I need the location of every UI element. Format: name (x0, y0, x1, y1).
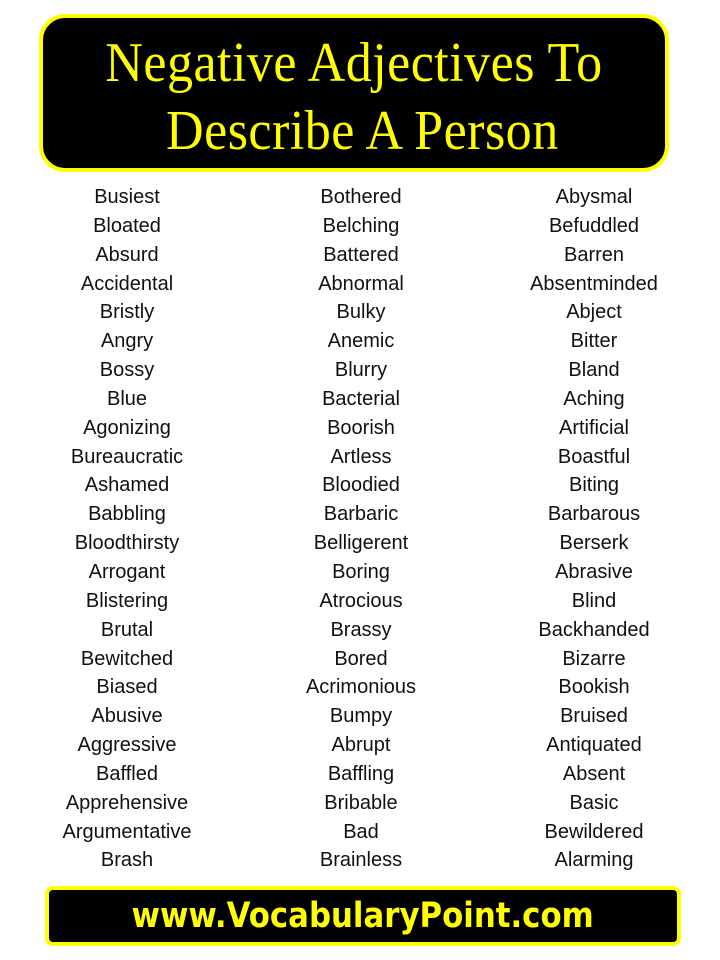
word-item: Biting (568, 474, 620, 497)
word-item: Ashamed (84, 474, 170, 497)
word-item: Bizarre (562, 647, 626, 670)
word-item: Bruised (560, 705, 628, 728)
word-item: Abnormal (318, 272, 404, 295)
word-item: Baffling (327, 762, 395, 785)
word-item: Bland (568, 359, 620, 382)
word-item: Bureaucratic (70, 445, 184, 468)
word-item: Artificial (558, 416, 629, 439)
word-item: Barbarous (547, 503, 641, 526)
website-url: www.VocabularyPoint.com (131, 896, 595, 936)
word-item: Bookish (558, 676, 630, 699)
word-item: Boorish (327, 416, 395, 439)
word-item: Blue (106, 387, 148, 410)
word-item: Bewildered (544, 820, 644, 843)
word-item: Blurry (334, 359, 388, 382)
word-item: Argumentative (62, 820, 192, 843)
word-item: Antiquated (546, 734, 642, 757)
title-line-2: Describe A Person (166, 100, 559, 162)
word-item: Barren (563, 243, 625, 266)
word-item: Arrogant (88, 560, 166, 583)
word-item: Brassy (330, 618, 392, 641)
word-item: Bloated (93, 214, 161, 237)
word-item: Abusive (91, 705, 163, 728)
word-item: Belching (322, 214, 400, 237)
word-item: Barbaric (323, 503, 399, 526)
word-column-2: Bothered Belching Battered Abnormal Bulky Ane… (241, 183, 481, 875)
word-item: Brainless (319, 849, 403, 872)
word-column-1: Busiest Bloated Absurd Accidental Bristly Ang… (7, 183, 247, 875)
word-item: Bloodthirsty (74, 532, 180, 555)
word-item: Angry (100, 330, 154, 353)
word-item: Basic (569, 791, 619, 814)
word-item: Artless (330, 445, 392, 468)
title-line-1: Negative Adjectives To (105, 32, 603, 94)
word-item: Baffled (96, 762, 158, 785)
word-item: Accidental (80, 272, 174, 295)
word-item: Abrasive (555, 560, 633, 583)
word-item: Bribable (324, 791, 398, 814)
word-item: Berserk (559, 532, 629, 555)
word-item: Alarming (554, 849, 634, 872)
word-item: Absurd (95, 243, 159, 266)
word-item: Babbling (88, 503, 166, 526)
word-item: Bossy (99, 359, 155, 382)
word-item: Blind (571, 589, 617, 612)
word-item: Biased (96, 676, 158, 699)
word-item: Aching (563, 387, 625, 410)
word-item: Bacterial (322, 387, 400, 410)
word-item: Bumpy (329, 705, 393, 728)
title-banner: Negative Adjectives To Describe A Person (39, 14, 669, 172)
word-item: Boastful (557, 445, 631, 468)
word-item: Busiest (94, 186, 160, 208)
word-item: Anemic (327, 330, 395, 353)
word-item: Brutal (100, 618, 154, 641)
word-item: Befuddled (548, 214, 640, 237)
word-item: Bewitched (80, 647, 174, 670)
word-item: Aggressive (77, 734, 177, 757)
footer-banner: www.VocabularyPoint.com (45, 886, 681, 946)
word-item: Belligerent (313, 532, 409, 555)
word-item: Bored (334, 647, 388, 670)
word-item: Bulky (336, 301, 386, 324)
word-item: Abysmal (555, 186, 633, 208)
word-item: Absentminded (530, 272, 658, 295)
word-item: Agonizing (83, 416, 171, 439)
word-item: Bothered (320, 186, 402, 208)
word-item: Bad (343, 820, 379, 843)
word-item: Abrupt (331, 734, 391, 757)
word-item: Abject (566, 301, 622, 324)
word-column-3: Abysmal Befuddled Barren Absentminded Abject… (474, 183, 714, 875)
word-item: Absent (562, 762, 626, 785)
word-item: Bloodied (322, 474, 400, 497)
word-item: Blistering (85, 589, 169, 612)
word-item: Atrocious (319, 589, 403, 612)
word-item: Battered (323, 243, 399, 266)
word-item: Backhanded (538, 618, 650, 641)
word-item: Bristly (99, 301, 155, 324)
word-item: Bitter (570, 330, 618, 353)
word-item: Acrimonious (305, 676, 417, 699)
word-item: Brash (100, 849, 154, 872)
word-item: Apprehensive (65, 791, 189, 814)
word-item: Boring (332, 560, 390, 583)
